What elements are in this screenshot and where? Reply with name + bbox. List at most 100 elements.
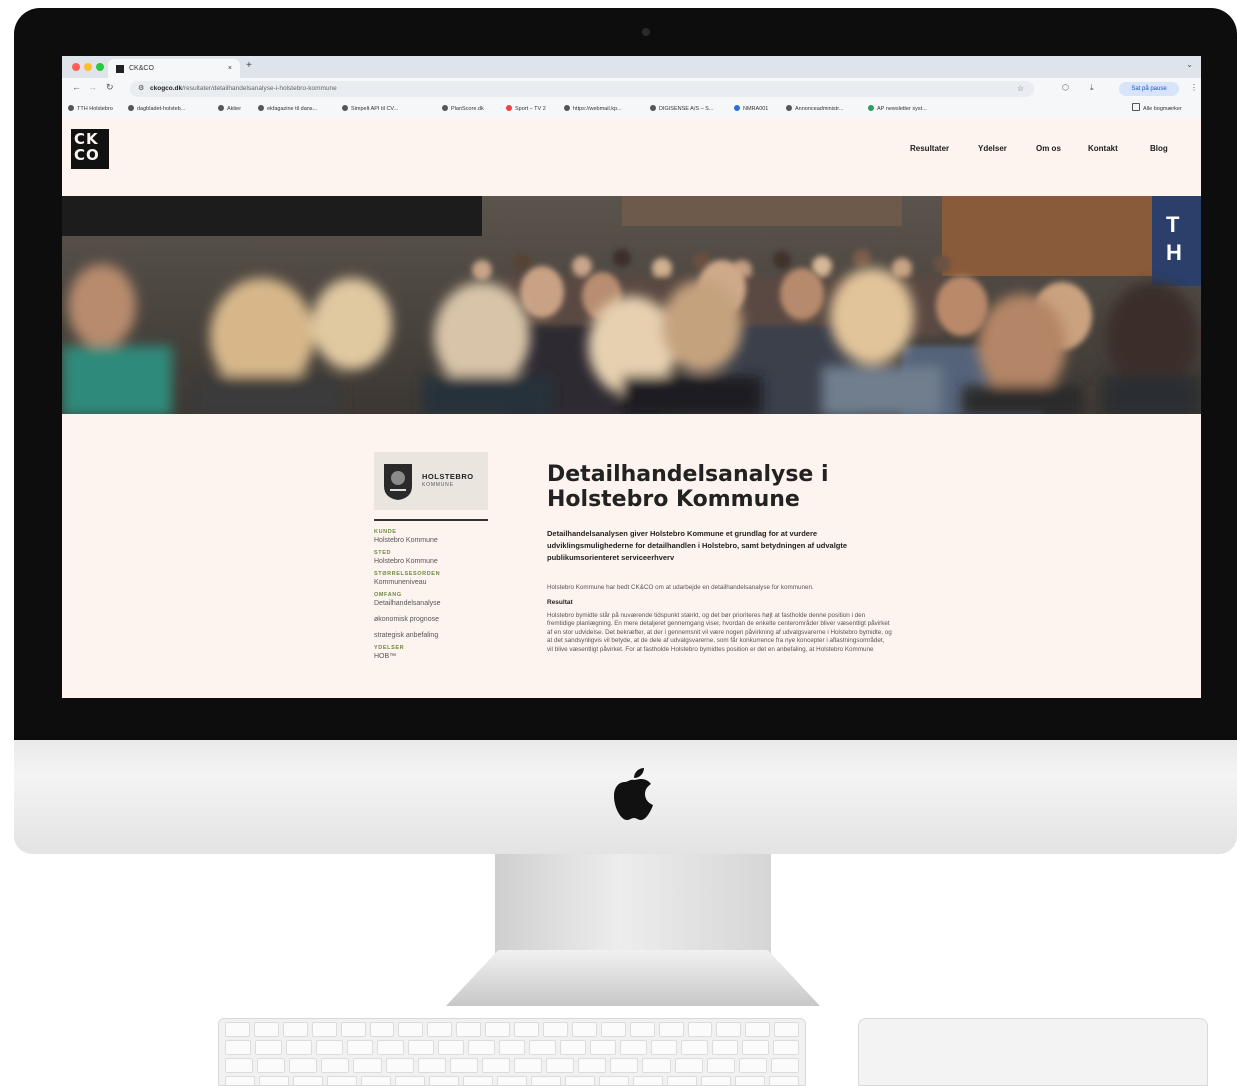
- extensions-icon[interactable]: ⬡: [1062, 83, 1069, 92]
- nav-om-os[interactable]: Om os: [1036, 144, 1061, 153]
- forward-arrow-icon[interactable]: →: [88, 82, 97, 92]
- nav-resultater[interactable]: Resultater: [910, 144, 949, 153]
- crowd-photo: T H: [62, 196, 1201, 414]
- tab-title: CK&CO: [129, 65, 154, 72]
- bookmark-label: ekfagazine til dans...: [267, 106, 318, 112]
- bookmark-item[interactable]: TTH Holstebro: [68, 100, 113, 118]
- meta-divider: [374, 519, 488, 521]
- nav-blog[interactable]: Blog: [1150, 144, 1168, 153]
- svg-text:H: H: [1166, 240, 1182, 265]
- meta-value-kunde: Holstebro Kommune: [374, 537, 438, 544]
- url-domain: ckogco.dk: [150, 85, 183, 92]
- all-bookmarks-item[interactable]: Alle bogmærker: [1132, 100, 1182, 118]
- bookmark-favicon-icon: [218, 105, 224, 111]
- tab-ckco[interactable]: CK&CO ×: [108, 59, 240, 78]
- bookmarks-bar: TTH Holstebro dagbladet-holsteb... Aktie…: [62, 100, 1201, 119]
- tab-close-icon[interactable]: ×: [228, 59, 232, 78]
- url-path: /resultater/detailhandelsanalyse-i-holst…: [182, 85, 337, 92]
- bookmark-favicon-icon: [342, 105, 348, 111]
- bookmark-favicon-icon: [734, 105, 740, 111]
- site-header: CK CO Resultater Ydelser Om os Kontakt Bl…: [62, 118, 1201, 196]
- bookmark-favicon-icon: [506, 105, 512, 111]
- bookmark-label: Aktier: [227, 106, 242, 112]
- meta-value-omfang: økonomisk prognose: [374, 616, 439, 623]
- camera: [642, 28, 650, 36]
- bookmark-item[interactable]: Simpelt API til CV...: [342, 100, 398, 118]
- bookmark-item[interactable]: Sport – TV 2: [506, 100, 546, 118]
- client-sub: KOMMUNE: [422, 482, 454, 488]
- bookmark-item[interactable]: NMRA001: [734, 100, 768, 118]
- bookmark-label: NMRA001: [743, 106, 769, 112]
- imac-foot: [446, 950, 820, 1006]
- site-info-icon[interactable]: ⚙: [138, 81, 144, 97]
- browser-tab-bar: CK&CO × + ⌄: [62, 56, 1201, 78]
- ckco-logo[interactable]: CK CO: [71, 129, 109, 169]
- meta-value-omfang: Detailhandelsanalyse: [374, 600, 441, 607]
- meta-value-omfang: strategisk anbefaling: [374, 632, 439, 639]
- hero-crowd-image: T H: [62, 196, 1201, 414]
- bookmark-favicon-icon: [258, 105, 264, 111]
- keyboard: [218, 1018, 806, 1086]
- screen: CK&CO × + ⌄ ← → ↻ ⚙ ckogco.dk/resultater…: [62, 56, 1201, 698]
- bookmark-label: Annonceadministr...: [795, 106, 844, 112]
- profile-pause-button[interactable]: Sat på pause: [1119, 82, 1179, 96]
- bookmark-item[interactable]: dagbladet-holsteb...: [128, 100, 185, 118]
- site-favicon-icon: [116, 65, 124, 73]
- bookmark-label: Simpelt API til CV...: [351, 106, 399, 112]
- new-tab-button[interactable]: +: [246, 60, 252, 71]
- bookmark-label: PlanScore.dk: [451, 106, 484, 112]
- bookmark-favicon-icon: [442, 105, 448, 111]
- download-icon[interactable]: ⤓: [1090, 83, 1094, 93]
- result-heading: Resultat: [547, 598, 573, 606]
- article: Detailhandelsanalyse i Holstebro Kommune…: [547, 462, 892, 654]
- tab-search-icon[interactable]: ⌄: [1186, 60, 1193, 69]
- minimize-window-button[interactable]: [84, 63, 92, 71]
- article-lead: Detailhandelsanalysen giver Holstebro Ko…: [547, 529, 848, 562]
- browser-menu-icon[interactable]: ⋮: [1190, 83, 1198, 92]
- article-content: HOLSTEBRO KOMMUNE KUNDE Holstebro Kommun…: [62, 414, 1201, 698]
- bookmark-favicon-icon: [564, 105, 570, 111]
- bookmark-favicon-icon: [650, 105, 656, 111]
- article-intro: Holstebro Kommune har bedt CK&CO om at u…: [547, 584, 814, 591]
- imac-stand: [495, 854, 771, 954]
- address-bar[interactable]: ⚙ ckogco.dk/resultater/detailhandelsanal…: [130, 81, 1034, 97]
- back-arrow-icon[interactable]: ←: [72, 82, 81, 92]
- close-window-button[interactable]: [72, 63, 80, 71]
- bookmark-item[interactable]: PlanScore.dk: [442, 100, 484, 118]
- trackpad: [858, 1018, 1208, 1086]
- bookmark-item[interactable]: Annonceadministr...: [786, 100, 843, 118]
- bookmark-label: TTH Holstebro: [77, 106, 113, 112]
- bookmark-item[interactable]: AP newsletter syst...: [868, 100, 927, 118]
- bookmark-favicon-icon: [128, 105, 134, 111]
- bookmark-label: Sport – TV 2: [515, 106, 546, 112]
- nav-kontakt[interactable]: Kontakt: [1088, 144, 1118, 153]
- bookmark-label: Alle bogmærker: [1143, 106, 1182, 112]
- bookmark-favicon-icon: [68, 105, 74, 111]
- bookmark-item[interactable]: DIGISENSE A/S – S...: [650, 100, 713, 118]
- bookmark-item[interactable]: https://webmail.kp...: [564, 100, 622, 118]
- bookmark-item[interactable]: Aktier: [218, 100, 241, 118]
- bookmark-label: AP newsletter syst...: [877, 106, 927, 112]
- meta-value-stoerrelse: Kommuneniveau: [374, 579, 427, 586]
- bookmark-favicon-icon: [786, 105, 792, 111]
- url-text: ckogco.dk/resultater/detailhandelsanalys…: [150, 81, 337, 97]
- meta-value-ydelser: HOB™: [374, 653, 397, 660]
- result-text: Holstebro bymidte står på nuværende tids…: [547, 611, 892, 653]
- reload-icon[interactable]: ↻: [106, 82, 114, 93]
- holstebro-crest-icon: [384, 464, 412, 500]
- apple-logo-icon: [614, 768, 653, 820]
- holstebro-logo: HOLSTEBRO KOMMUNE: [374, 452, 488, 510]
- client-name: HOLSTEBRO: [422, 472, 474, 481]
- bookmark-label: dagbladet-holsteb...: [137, 106, 186, 112]
- bookmark-label: https://webmail.kp...: [573, 106, 622, 112]
- svg-text:T: T: [1166, 212, 1180, 237]
- project-meta: KUNDE Holstebro Kommune STED Holstebro K…: [374, 525, 514, 662]
- bookmark-item[interactable]: ekfagazine til dans...: [258, 100, 317, 118]
- page-title: Detailhandelsanalyse i Holstebro Kommune: [547, 462, 829, 512]
- browser-toolbar: ← → ↻ ⚙ ckogco.dk/resultater/detailhande…: [62, 78, 1201, 100]
- bookmark-favicon-icon: [868, 105, 874, 111]
- nav-ydelser[interactable]: Ydelser: [978, 144, 1007, 153]
- folder-icon: [1132, 103, 1140, 111]
- zoom-window-button[interactable]: [96, 63, 104, 71]
- bookmark-star-icon[interactable]: ☆: [1017, 81, 1024, 97]
